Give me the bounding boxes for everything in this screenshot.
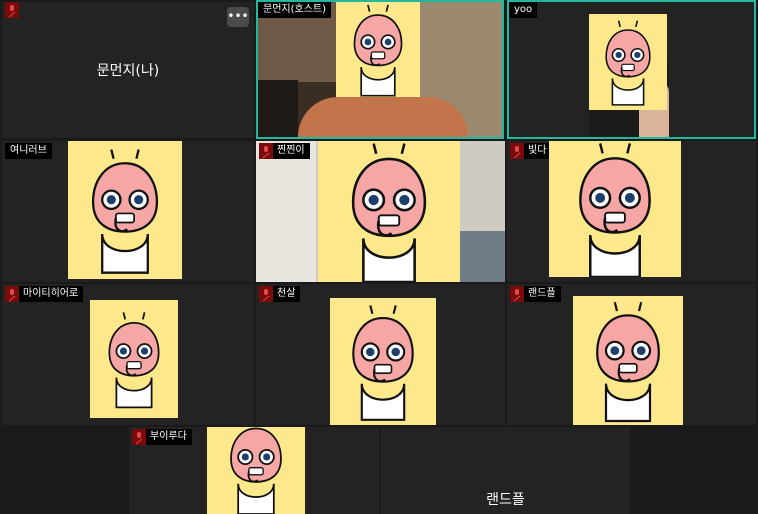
- participant-name: 여니러브: [10, 145, 47, 156]
- participant-tile-me[interactable]: ••• 문먼지(나): [2, 2, 254, 138]
- participant-name: 랜드플: [528, 288, 556, 299]
- participant-name-tag: 찐찐이: [259, 143, 310, 159]
- participant-name: 천살: [277, 288, 296, 299]
- participant-name-tag: 천살: [259, 286, 301, 302]
- participant-tile[interactable]: 찐찐이: [256, 141, 505, 282]
- participant-tile[interactable]: 랜드플: [381, 427, 630, 514]
- participant-tile[interactable]: 마이티히어로: [2, 284, 254, 425]
- mic-muted-icon: [259, 286, 273, 302]
- participant-name-tag: 부이루다: [132, 429, 192, 445]
- peach-sticker: [573, 296, 683, 425]
- mic-muted-icon: [132, 429, 146, 445]
- peach-sticker: [589, 14, 667, 110]
- participant-tile[interactable]: 빛다: [507, 141, 756, 282]
- meeting-window: { "colors":{"accent":"#23b79e","sticker_…: [0, 0, 758, 514]
- more-options-button[interactable]: •••: [227, 7, 249, 27]
- participant-tile[interactable]: 부이루다: [129, 427, 379, 514]
- participant-name-tag: 여니러브: [5, 143, 52, 159]
- peach-sticker: [336, 2, 420, 97]
- participant-name: 마이티히어로: [23, 288, 79, 299]
- participant-tile-host[interactable]: 문먼지(호스트): [256, 0, 504, 139]
- participant-tile[interactable]: 랜드플: [507, 284, 756, 425]
- participant-tile[interactable]: 천살: [256, 284, 505, 425]
- participant-name-tag: 문먼지(호스트): [258, 2, 332, 18]
- peach-sticker: [207, 427, 305, 514]
- participant-name-tag: 랜드플: [510, 286, 561, 302]
- peach-sticker: [330, 298, 436, 425]
- mic-muted-icon: [510, 286, 524, 302]
- peach-sticker: [318, 141, 460, 282]
- participant-name-tag: yoo: [509, 2, 538, 18]
- participant-name: 랜드플: [486, 492, 525, 508]
- participant-name-tag: 마이티히어로: [5, 286, 84, 302]
- participant-tile[interactable]: 여니러브: [2, 141, 254, 282]
- mic-muted-icon: [5, 2, 19, 18]
- peach-sticker: [90, 300, 178, 418]
- mic-muted-icon: [259, 143, 273, 159]
- peach-sticker: [68, 141, 182, 279]
- participant-name: 문먼지(나): [96, 63, 160, 79]
- participant-tile-yoo[interactable]: yoo: [507, 0, 756, 139]
- mic-muted-icon: [5, 286, 19, 302]
- participant-name: 부이루다: [150, 431, 187, 442]
- peach-sticker: [549, 141, 681, 277]
- participant-name: 찐찐이: [277, 145, 305, 156]
- participant-name: 문먼지(호스트): [263, 4, 327, 15]
- participant-name: 빛다: [528, 145, 547, 156]
- mic-muted-icon: [510, 143, 524, 159]
- participant-name-tag: 빛다: [510, 143, 552, 159]
- participant-name: yoo: [514, 4, 533, 15]
